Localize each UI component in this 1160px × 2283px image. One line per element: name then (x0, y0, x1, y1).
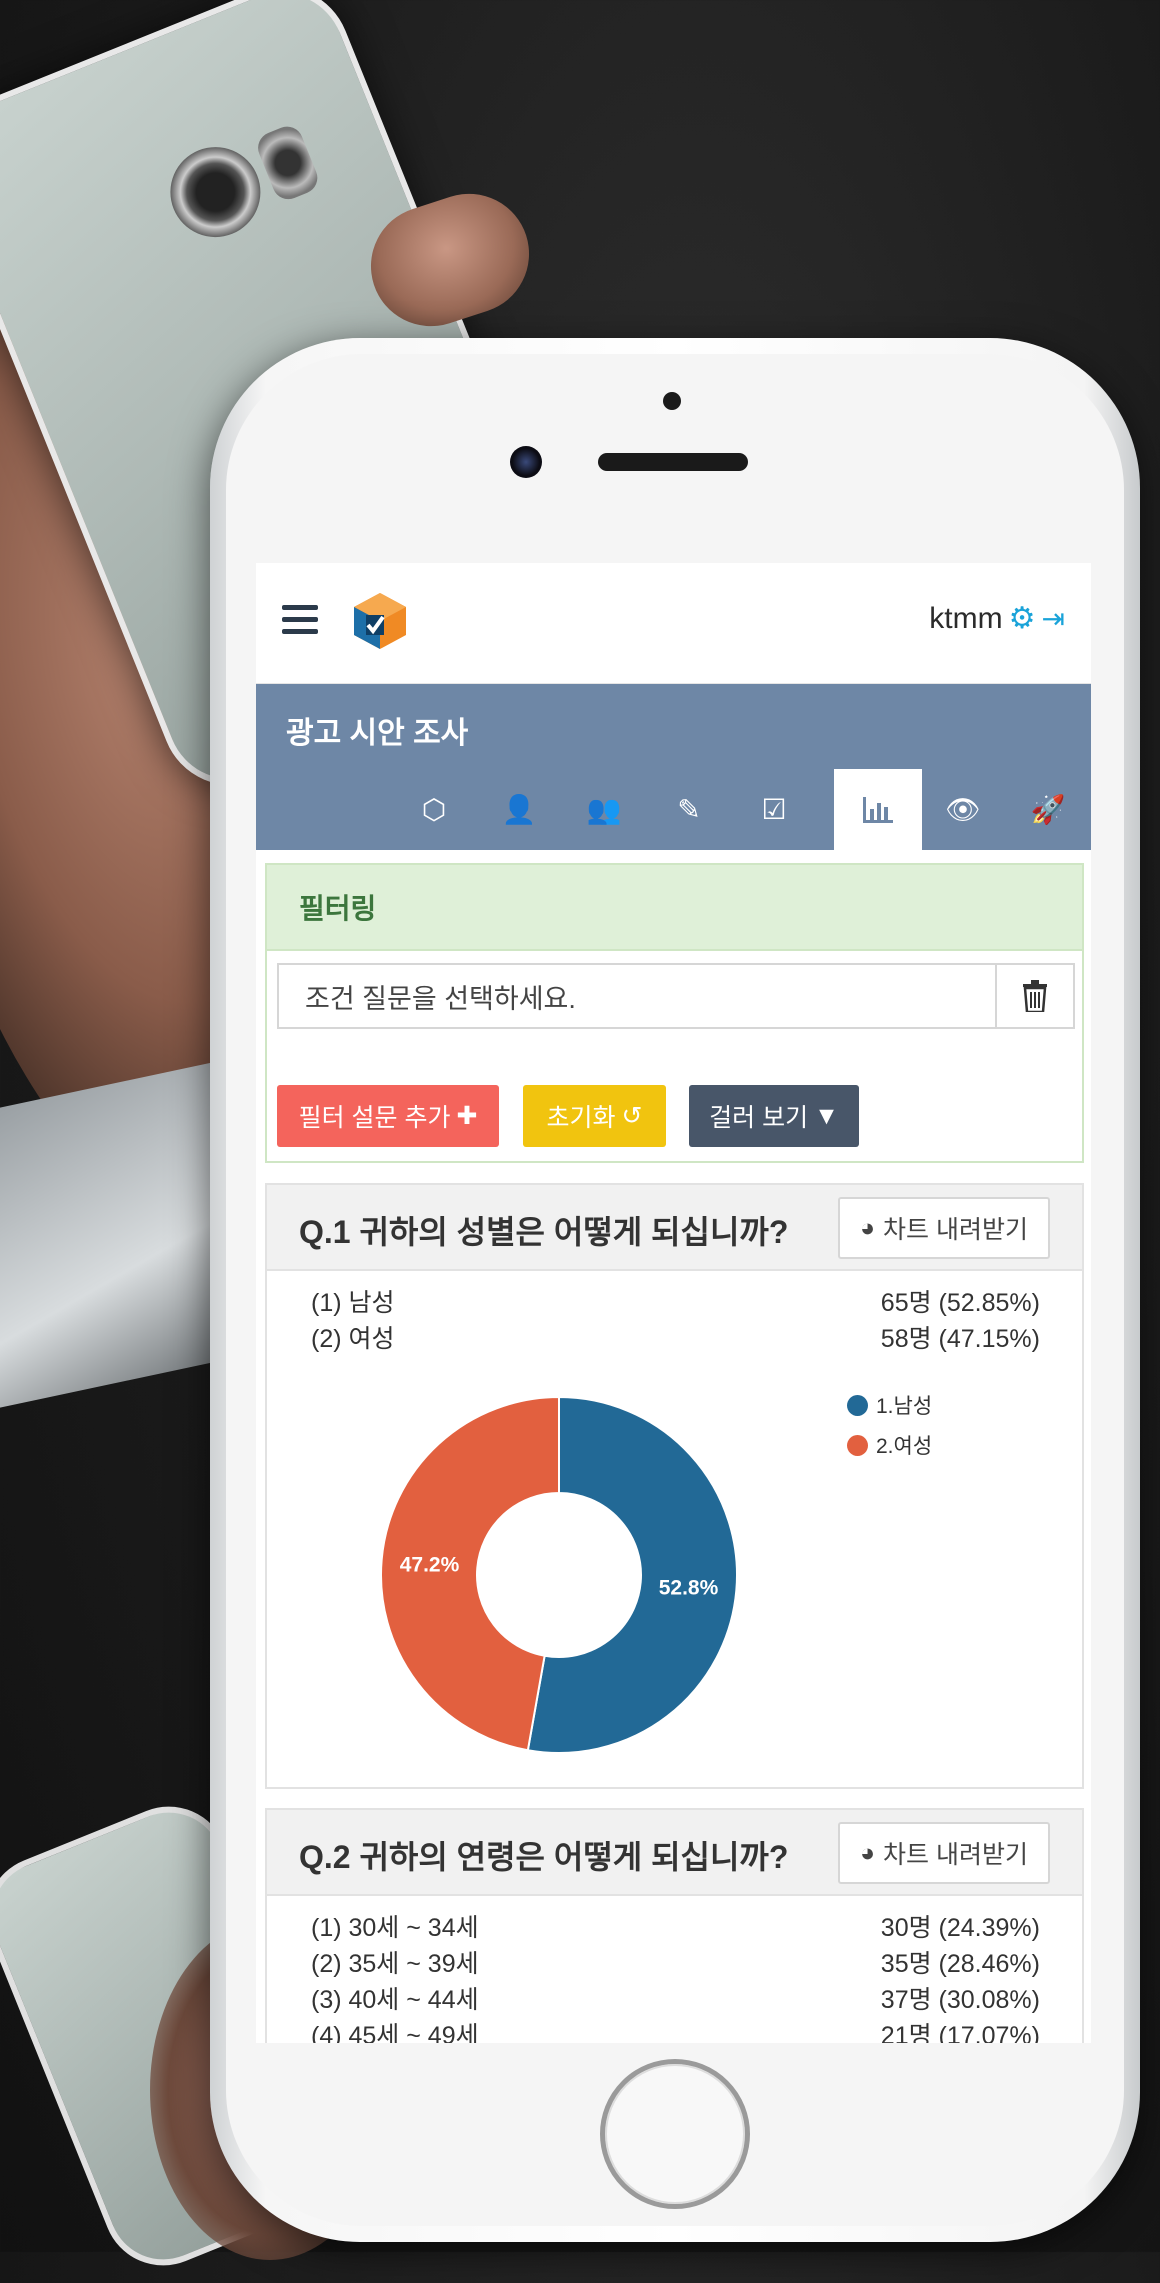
tab-results[interactable] (834, 769, 922, 850)
question-header: Q.2 귀하의 연령은 어떻게 되십니까? ◕ 차트 내려받기 (267, 1810, 1082, 1896)
rocket-icon: 🚀 (1030, 793, 1066, 826)
apply-filter-label: 걸러 보기 (709, 1104, 809, 1132)
download-chart-button[interactable]: ◕ 차트 내려받기 (837, 1197, 1050, 1259)
legend-item[interactable]: 2.여성 (847, 1430, 932, 1460)
tab-users[interactable]: 👥 (560, 769, 648, 850)
filter-icon: ▼ (814, 1101, 839, 1130)
top-navbar: ktmm ⚙ ⇥ (256, 563, 1091, 684)
reset-label: 초기화 (546, 1104, 616, 1132)
earpiece-speaker (598, 453, 748, 471)
background-phone-flash (253, 121, 323, 204)
logout-icon[interactable]: ⇥ (1042, 602, 1065, 635)
survey-title: 광고 시안 조사 (286, 717, 469, 750)
legend-label: 2.여성 (876, 1435, 933, 1458)
question-title: Q.2 귀하의 연령은 어떻게 되십니까? (299, 1839, 789, 1875)
answer-value: 21명 (17.07%) (880, 2022, 1040, 2043)
answer-value: 58명 (47.15%) (880, 1325, 1040, 1353)
tab-preview[interactable]: 👁 (919, 769, 1007, 850)
download-chart-button[interactable]: ◕ 차트 내려받기 (837, 1822, 1050, 1884)
download-chart-label: 차트 내려받기 (883, 1841, 1028, 1869)
eye-icon: 👁 (945, 793, 981, 826)
tab-user[interactable]: 👤 (475, 769, 563, 850)
front-camera (510, 446, 542, 478)
answer-label: (4) 45세 ~ 49세 (311, 2022, 479, 2043)
gear-icon[interactable]: ⚙ (1009, 601, 1036, 636)
survey-header: 광고 시안 조사 ⬡ 👤 👥 ✎ ☑ 👁 🚀 (256, 684, 1091, 850)
apply-filter-button[interactable]: 걸러 보기 ▼ (689, 1085, 859, 1147)
question-title: Q.1 귀하의 성별은 어떻게 되십니까? (299, 1214, 789, 1250)
home-button[interactable] (600, 2059, 750, 2209)
download-chart-label: 차트 내려받기 (883, 1216, 1028, 1244)
answer-row: (1) 남성 65명 (52.85%) (311, 1283, 1040, 1319)
question-header: Q.1 귀하의 성별은 어떻게 되십니까? ◕ 차트 내려받기 (267, 1185, 1082, 1271)
filter-delete-button[interactable] (995, 963, 1075, 1029)
legend-dot (847, 1394, 868, 1416)
pie-chart-icon: ◕ (859, 1213, 876, 1242)
answer-value: 65명 (52.85%) (880, 1289, 1040, 1317)
plus-icon: ✚ (456, 1102, 478, 1130)
legend-dot (847, 1434, 868, 1456)
answer-row: (1) 30세 ~ 34세 30명 (24.39%) (311, 1908, 1040, 1944)
filter-panel: 필터링 조건 질문을 선택하세요. 필터 설문 추가 ✚ 초기화 ↺ 걸러 보기… (265, 863, 1084, 1163)
answer-label: (1) 30세 ~ 34세 (311, 1914, 479, 1942)
trash-icon (1023, 980, 1047, 1012)
legend-item[interactable]: 1.남성 (847, 1390, 932, 1420)
answer-value: 30명 (24.39%) (880, 1914, 1040, 1942)
answer-label: (1) 남성 (311, 1289, 395, 1317)
hamburger-icon[interactable] (282, 605, 318, 635)
legend-label: 1.남성 (876, 1395, 933, 1418)
users-icon: 👥 (586, 793, 622, 826)
add-filter-label: 필터 설문 추가 (298, 1104, 451, 1132)
add-filter-button[interactable]: 필터 설문 추가 ✚ (277, 1085, 499, 1147)
tab-check[interactable]: ☑ (730, 769, 818, 850)
bar-chart-icon (863, 796, 893, 823)
question-card-1: Q.1 귀하의 성별은 어떻게 되십니까? ◕ 차트 내려받기 (1) 남성 6… (265, 1183, 1084, 1789)
globe-icon: ⬡ (421, 793, 447, 826)
answer-label: (2) 여성 (311, 1325, 395, 1353)
pencil-icon: ✎ (677, 793, 701, 826)
checkbox-icon: ☑ (761, 793, 787, 826)
answer-row: (2) 여성 58명 (47.15%) (311, 1319, 1040, 1355)
answer-value: 37명 (30.08%) (880, 1986, 1040, 2014)
donut-chart: 52.8% 47.2% (380, 1395, 738, 1754)
logo-cube-icon[interactable] (348, 589, 412, 653)
tab-edit[interactable]: ✎ (645, 769, 733, 850)
history-icon: ↺ (621, 1102, 643, 1130)
answer-value: 35명 (28.46%) (880, 1950, 1040, 1978)
answer-label: (3) 40세 ~ 44세 (311, 1986, 479, 2014)
tab-launch[interactable]: 🚀 (1004, 769, 1091, 850)
background-phone-camera (156, 133, 274, 251)
user-icon: 👤 (501, 793, 537, 826)
pie-chart-icon: ◕ (859, 1838, 876, 1867)
proximity-sensor (663, 392, 681, 410)
answer-row: (4) 45세 ~ 49세 21명 (17.07%) (311, 2016, 1040, 2043)
question-card-2: Q.2 귀하의 연령은 어떻게 되십니까? ◕ 차트 내려받기 (1) 30세 … (265, 1808, 1084, 2043)
filter-heading: 필터링 (267, 865, 1082, 951)
user-area: ktmm ⚙ ⇥ (929, 601, 1065, 636)
username[interactable]: ktmm (929, 602, 1002, 636)
chart-legend: 1.남성 2.여성 (847, 1390, 932, 1470)
reset-button[interactable]: 초기화 ↺ (523, 1085, 666, 1147)
answer-row: (3) 40세 ~ 44세 37명 (30.08%) (311, 1980, 1040, 2016)
answer-label: (2) 35세 ~ 39세 (311, 1950, 479, 1978)
donut-data-label-1: 52.8% (659, 1576, 719, 1599)
phone-screen: ktmm ⚙ ⇥ 광고 시안 조사 ⬡ 👤 👥 ✎ ☑ 👁 🚀 필터링 조건 질… (256, 563, 1091, 2043)
survey-tabs: ⬡ 👤 👥 ✎ ☑ 👁 🚀 (256, 769, 1091, 850)
donut-data-label-2: 47.2% (400, 1554, 460, 1577)
tab-globe[interactable]: ⬡ (390, 769, 478, 850)
condition-question-select[interactable]: 조건 질문을 선택하세요. (277, 963, 997, 1029)
answer-row: (2) 35세 ~ 39세 35명 (28.46%) (311, 1944, 1040, 1980)
